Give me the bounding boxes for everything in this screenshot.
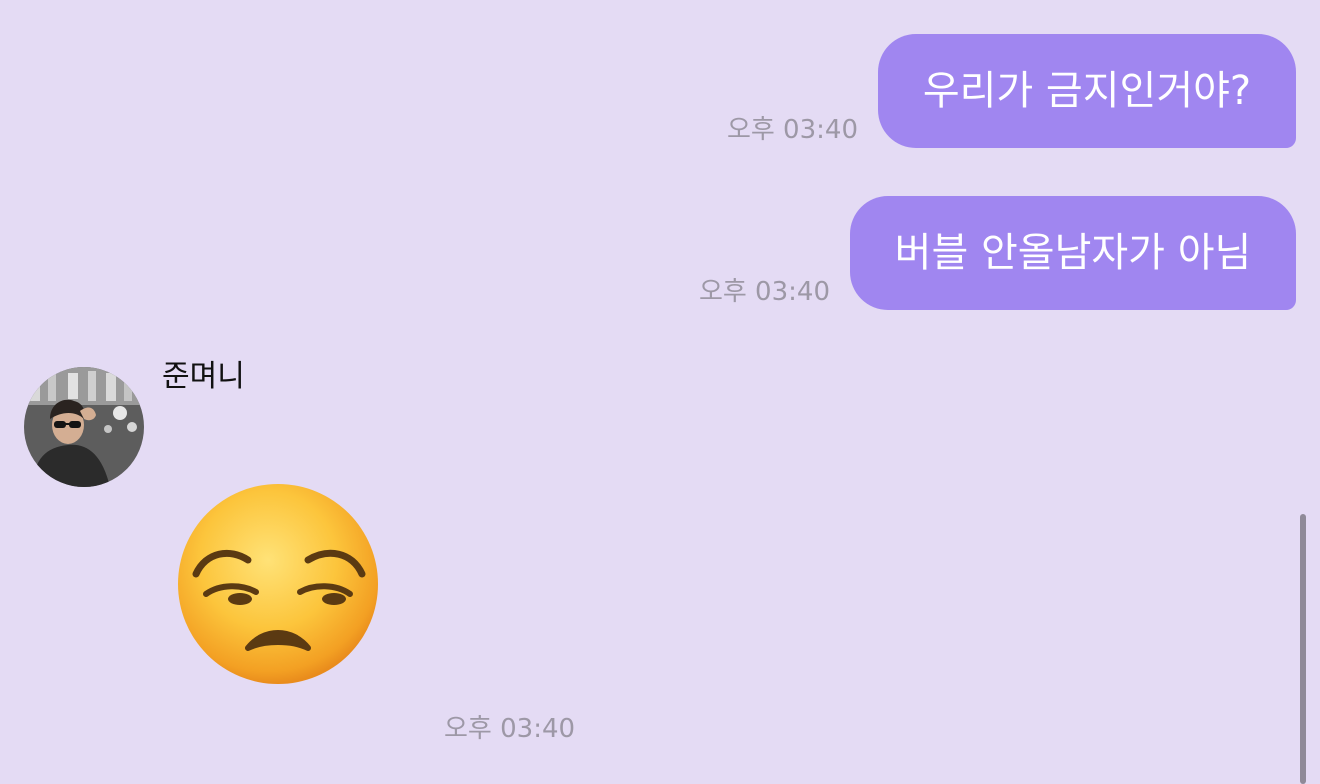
scrollbar-thumb[interactable] bbox=[1300, 514, 1306, 784]
profile-photo-avatar-icon bbox=[24, 367, 144, 487]
chat-screen: 우리가 금지인거야? 오후 03:40 버블 안올남자가 아님 오후 03:40 bbox=[0, 0, 1320, 784]
outgoing-message-bubble[interactable]: 우리가 금지인거야? bbox=[878, 34, 1296, 148]
unamused-face-emoji-icon bbox=[178, 484, 378, 684]
outgoing-message-bubble[interactable]: 버블 안올남자가 아님 bbox=[850, 196, 1296, 310]
message-timestamp: 오후 03:40 bbox=[726, 115, 858, 145]
message-text: 우리가 금지인거야? bbox=[922, 68, 1252, 114]
emoji-message[interactable] bbox=[176, 482, 380, 686]
message-timestamp: 오후 03:40 bbox=[698, 277, 830, 307]
sender-name: 준며니 bbox=[162, 359, 245, 394]
message-timestamp: 오후 03:40 bbox=[444, 714, 576, 744]
message-text: 버블 안올남자가 아님 bbox=[894, 230, 1252, 276]
vertical-scrollbar[interactable] bbox=[1300, 514, 1306, 784]
sender-avatar[interactable] bbox=[24, 367, 144, 487]
